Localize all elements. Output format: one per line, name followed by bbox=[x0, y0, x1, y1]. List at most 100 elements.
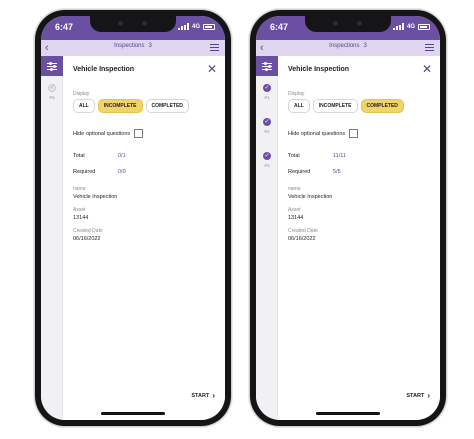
rail-item-p1[interactable]: ✓ P1 bbox=[256, 84, 278, 100]
signal-icon bbox=[392, 23, 404, 30]
asset-label: Asset bbox=[73, 207, 86, 213]
asset-value: 13144 bbox=[73, 215, 89, 221]
battery-icon bbox=[418, 23, 430, 30]
phone-screen: 6:47 4G ‹ Inspections 3 ✓ P1 ✓ P2 ✓ P3 V… bbox=[256, 16, 440, 420]
rail-item-label: P3 bbox=[49, 95, 55, 100]
sheet-title: Vehicle Inspection bbox=[288, 66, 350, 73]
home-indicator[interactable] bbox=[101, 412, 165, 415]
header-title-text: Inspections bbox=[114, 43, 145, 49]
required-label: Required bbox=[73, 169, 96, 175]
total-value: 0/1 bbox=[118, 153, 126, 159]
speaker-icon bbox=[118, 21, 123, 26]
camera-icon bbox=[142, 21, 147, 26]
required-value: 0/0 bbox=[118, 169, 126, 175]
filter-sheet: Vehicle Inspection ✕ Display ALL INCOMPL… bbox=[63, 56, 225, 420]
filter-incomplete-chip[interactable]: INCOMPLETE bbox=[312, 99, 358, 113]
side-rail: ✓ P1 ✓ P2 ✓ P3 bbox=[256, 56, 278, 420]
asset-value: 13144 bbox=[288, 215, 304, 221]
filter-completed-chip[interactable]: COMPLETED bbox=[145, 99, 189, 113]
hide-optional-checkbox[interactable] bbox=[134, 129, 144, 138]
network-label: 4G bbox=[406, 23, 415, 30]
hide-optional-checkbox[interactable] bbox=[349, 129, 359, 138]
filter-all-chip[interactable]: ALL bbox=[288, 99, 310, 113]
rail-item-label: P2 bbox=[264, 129, 270, 134]
hide-optional-label: Hide optional questions bbox=[288, 130, 346, 137]
sliders-icon[interactable] bbox=[41, 56, 63, 76]
required-value: 5/5 bbox=[333, 169, 341, 175]
display-filter-group: ALL INCOMPLETE COMPLETED bbox=[73, 99, 189, 113]
start-label: START bbox=[406, 393, 425, 399]
battery-icon bbox=[203, 23, 215, 30]
close-icon[interactable]: ✕ bbox=[422, 62, 432, 76]
name-field: name Vehicle Inspection bbox=[73, 186, 117, 200]
name-value: Vehicle Inspection bbox=[288, 194, 333, 200]
rail-item-label: P3 bbox=[264, 163, 270, 168]
status-icons: 4G bbox=[177, 23, 215, 30]
done-check-icon: ✓ bbox=[263, 84, 271, 92]
status-time: 6:47 bbox=[270, 22, 289, 32]
phone-right: 6:47 4G ‹ Inspections 3 ✓ P1 ✓ P2 ✓ P3 V… bbox=[250, 10, 446, 426]
app-header: ‹ Inspections 3 bbox=[41, 40, 225, 56]
close-icon[interactable]: ✕ bbox=[207, 62, 217, 76]
hide-optional-row: Hide optional questions bbox=[73, 129, 144, 138]
signal-icon bbox=[177, 23, 189, 30]
display-filter-group: ALL INCOMPLETE COMPLETED bbox=[288, 99, 404, 113]
rail-item-label: P1 bbox=[264, 95, 270, 100]
sheet-title: Vehicle Inspection bbox=[73, 66, 135, 73]
required-label: Required bbox=[288, 169, 311, 175]
header-title-text: Inspections bbox=[329, 43, 360, 49]
total-value: 11/11 bbox=[333, 153, 346, 159]
status-time: 6:47 bbox=[55, 22, 74, 32]
created-date-field: Created Date 06/16/2022 bbox=[73, 228, 103, 242]
header-count: 3 bbox=[148, 43, 152, 49]
created-date-field: Created Date 06/16/2022 bbox=[288, 228, 318, 242]
filter-completed-chip[interactable]: COMPLETED bbox=[360, 99, 404, 113]
header-title: Inspections 3 bbox=[41, 43, 225, 49]
name-value: Vehicle Inspection bbox=[73, 194, 118, 200]
hamburger-menu-icon[interactable] bbox=[210, 44, 219, 53]
created-date-value: 06/16/2022 bbox=[288, 236, 316, 242]
status-bar: 6:47 4G bbox=[256, 16, 440, 40]
rail-item-p3[interactable]: ✓ P3 bbox=[41, 84, 63, 100]
phone-left: 6:47 4G ‹ Inspections 3 ✓ P3 Vehicle Ins… bbox=[35, 10, 231, 426]
header-title: Inspections 3 bbox=[256, 43, 440, 49]
chevron-right-icon: › bbox=[212, 391, 215, 400]
asset-field: Asset 13144 bbox=[288, 207, 303, 221]
name-field: name Vehicle Inspection bbox=[288, 186, 332, 200]
camera-icon bbox=[357, 21, 362, 26]
pending-check-icon: ✓ bbox=[48, 84, 56, 92]
name-label: name bbox=[288, 186, 301, 192]
created-date-value: 06/16/2022 bbox=[73, 236, 101, 242]
status-bar: 6:47 4G bbox=[41, 16, 225, 40]
total-label: Total bbox=[73, 153, 85, 159]
side-rail: ✓ P3 bbox=[41, 56, 63, 420]
done-check-icon: ✓ bbox=[263, 118, 271, 126]
hide-optional-label: Hide optional questions bbox=[73, 130, 131, 137]
sliders-icon[interactable] bbox=[256, 56, 278, 76]
header-count: 3 bbox=[363, 43, 367, 49]
created-date-label: Created Date bbox=[73, 228, 103, 234]
notch bbox=[90, 16, 176, 32]
asset-field: Asset 13144 bbox=[73, 207, 88, 221]
created-date-label: Created Date bbox=[288, 228, 318, 234]
filter-sheet: Vehicle Inspection ✕ Display ALL INCOMPL… bbox=[278, 56, 440, 420]
network-label: 4G bbox=[191, 23, 200, 30]
start-label: START bbox=[191, 393, 210, 399]
asset-label: Asset bbox=[288, 207, 301, 213]
notch bbox=[305, 16, 391, 32]
display-label: Display bbox=[73, 91, 90, 97]
display-label: Display bbox=[288, 91, 305, 97]
status-icons: 4G bbox=[392, 23, 430, 30]
chevron-right-icon: › bbox=[427, 391, 430, 400]
filter-all-chip[interactable]: ALL bbox=[73, 99, 95, 113]
hamburger-menu-icon[interactable] bbox=[425, 44, 434, 53]
home-indicator[interactable] bbox=[316, 412, 380, 415]
filter-incomplete-chip[interactable]: INCOMPLETE bbox=[97, 99, 143, 113]
total-label: Total bbox=[288, 153, 300, 159]
start-button[interactable]: START › bbox=[191, 392, 215, 400]
speaker-icon bbox=[333, 21, 338, 26]
start-button[interactable]: START › bbox=[406, 392, 430, 400]
phone-screen: 6:47 4G ‹ Inspections 3 ✓ P3 Vehicle Ins… bbox=[41, 16, 225, 420]
rail-item-p2[interactable]: ✓ P2 bbox=[256, 118, 278, 134]
rail-item-p3[interactable]: ✓ P3 bbox=[256, 152, 278, 168]
